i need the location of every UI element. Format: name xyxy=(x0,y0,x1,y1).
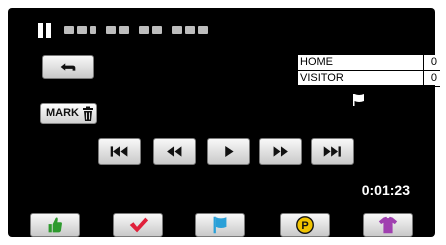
play-button[interactable] xyxy=(207,138,250,165)
elapsed-time: 0:01:23 xyxy=(361,182,410,198)
rewind-icon xyxy=(167,146,182,157)
skip-forward-icon xyxy=(323,146,341,157)
p-circle-icon: P xyxy=(296,216,314,234)
flag-button[interactable] xyxy=(195,213,245,237)
skip-forward-button[interactable] xyxy=(311,138,354,165)
pause-icon xyxy=(38,23,52,38)
p-button[interactable]: P xyxy=(280,213,330,237)
play-icon xyxy=(225,145,234,158)
score-separator xyxy=(423,55,424,85)
home-row: HOME 0 xyxy=(298,55,440,71)
shirt-icon xyxy=(378,216,398,234)
scoreboard: HOME 0 VISITOR 0 xyxy=(298,55,440,87)
fast-forward-icon xyxy=(273,146,288,157)
shirt-button[interactable] xyxy=(363,213,413,237)
visitor-label: VISITOR xyxy=(300,72,344,84)
mark-delete-button[interactable]: MARK xyxy=(40,103,97,124)
skip-back-button[interactable] xyxy=(98,138,141,165)
fast-forward-button[interactable] xyxy=(259,138,302,165)
visitor-score: 0 xyxy=(430,72,437,84)
back-button[interactable] xyxy=(42,55,94,79)
svg-text:P: P xyxy=(301,220,308,232)
skip-back-icon xyxy=(110,146,128,157)
good-play-button[interactable] xyxy=(30,213,80,237)
return-arrow-icon xyxy=(60,63,76,71)
player-screen: HOME 0 VISITOR 0 MARK 0:01:23 P xyxy=(8,8,440,237)
check-button[interactable] xyxy=(113,213,163,237)
mark-label: MARK xyxy=(46,107,79,119)
visitor-row: VISITOR 0 xyxy=(298,71,440,87)
home-label: HOME xyxy=(300,56,333,68)
rewind-button[interactable] xyxy=(153,138,196,165)
check-icon xyxy=(129,217,149,233)
flag-icon xyxy=(213,216,227,234)
trash-icon xyxy=(83,106,93,121)
flag-icon xyxy=(353,94,364,106)
home-score: 0 xyxy=(430,56,437,68)
thumbs-up-icon xyxy=(48,217,62,233)
